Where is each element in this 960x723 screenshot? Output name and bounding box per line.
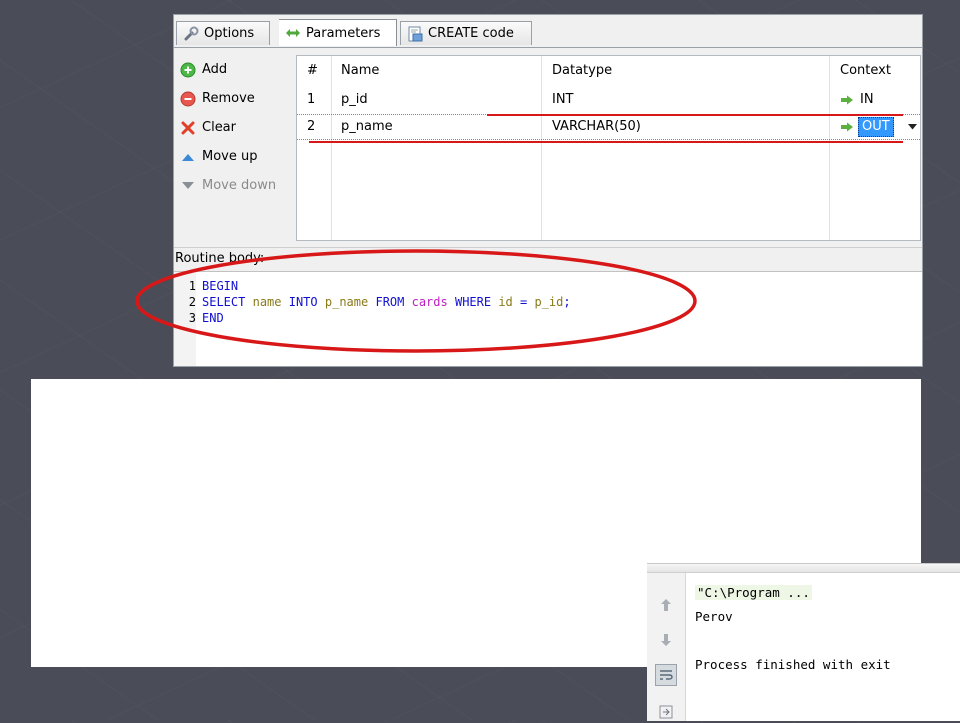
double-arrow-icon xyxy=(285,25,301,41)
soft-wrap-icon xyxy=(660,670,673,680)
move-up-button[interactable]: Move up xyxy=(180,142,292,171)
wrench-icon xyxy=(183,26,199,42)
remove-button[interactable]: Remove xyxy=(180,84,292,113)
scroll-up-button[interactable] xyxy=(655,594,677,616)
console-command-line: "C:\Program ... xyxy=(695,584,812,602)
tab-options[interactable]: Options xyxy=(176,21,270,45)
down-arrow-icon xyxy=(661,634,671,646)
move-down-label: Move down xyxy=(202,178,277,193)
context-value-selected[interactable]: OUT xyxy=(858,117,894,137)
add-button[interactable]: Add xyxy=(180,55,292,84)
header-number[interactable]: # xyxy=(307,56,318,85)
move-up-label: Move up xyxy=(202,149,258,164)
console-output-line: Process finished with exit xyxy=(695,657,891,672)
table-row-selected[interactable]: 2 p_name VARCHAR(50) OUT xyxy=(297,114,920,140)
parameter-actions: Add Remove Clear Move up Move down xyxy=(180,55,292,200)
parameters-grid: # Name Datatype Context 1 p_id INT IN 2 … xyxy=(296,55,921,241)
tab-parameters-label: Parameters xyxy=(306,25,381,41)
param-context-dropdown[interactable]: OUT xyxy=(840,114,917,140)
clear-label: Clear xyxy=(202,120,236,135)
code-document-icon xyxy=(407,26,423,42)
header-datatype[interactable]: Datatype xyxy=(552,56,612,85)
run-console: "C:\Program ... Perov Process finished w… xyxy=(647,563,960,721)
param-datatype[interactable]: VARCHAR(50) xyxy=(552,114,641,140)
header-name[interactable]: Name xyxy=(341,56,379,85)
annotation-ellipse xyxy=(135,249,697,353)
tab-create-code-label: CREATE code xyxy=(428,26,514,41)
grid-header: # Name Datatype Context xyxy=(297,56,920,85)
tab-parameters[interactable]: Parameters xyxy=(279,19,397,46)
row-number: 2 xyxy=(307,119,316,134)
triangle-up-icon xyxy=(180,149,196,165)
row-number: 1 xyxy=(307,92,316,107)
move-down-button[interactable]: Move down xyxy=(180,171,292,200)
add-circle-icon xyxy=(180,62,196,78)
tab-create-code[interactable]: CREATE code xyxy=(400,21,532,45)
context-value: IN xyxy=(860,92,874,107)
add-label: Add xyxy=(202,62,228,77)
green-arrow-icon xyxy=(841,122,853,132)
console-output-line: Perov xyxy=(695,609,733,624)
clear-x-icon xyxy=(180,120,196,136)
annotation-overline xyxy=(487,114,903,116)
param-name[interactable]: p_id xyxy=(341,85,368,114)
table-row[interactable]: 1 p_id INT IN xyxy=(297,85,920,114)
chevron-down-icon[interactable] xyxy=(907,124,917,130)
clear-button[interactable]: Clear xyxy=(180,113,292,142)
tab-divider xyxy=(174,47,922,48)
header-context[interactable]: Context xyxy=(840,56,891,85)
remove-circle-icon xyxy=(180,91,196,107)
up-arrow-icon xyxy=(661,599,671,611)
scroll-to-end-icon xyxy=(659,705,673,719)
green-arrow-icon xyxy=(841,95,853,104)
scroll-down-button[interactable] xyxy=(655,629,677,651)
console-toolbar xyxy=(647,573,686,721)
tab-options-label: Options xyxy=(204,26,255,41)
triangle-down-icon xyxy=(180,178,196,194)
param-name[interactable]: p_name xyxy=(341,114,393,140)
remove-label: Remove xyxy=(202,91,255,106)
annotation-underline xyxy=(309,141,903,143)
console-header xyxy=(647,564,960,573)
console-command-text: "C:\Program ... xyxy=(695,585,812,600)
soft-wrap-button[interactable] xyxy=(655,664,677,686)
param-context[interactable]: IN xyxy=(840,85,874,114)
param-datatype[interactable]: INT xyxy=(552,85,574,114)
